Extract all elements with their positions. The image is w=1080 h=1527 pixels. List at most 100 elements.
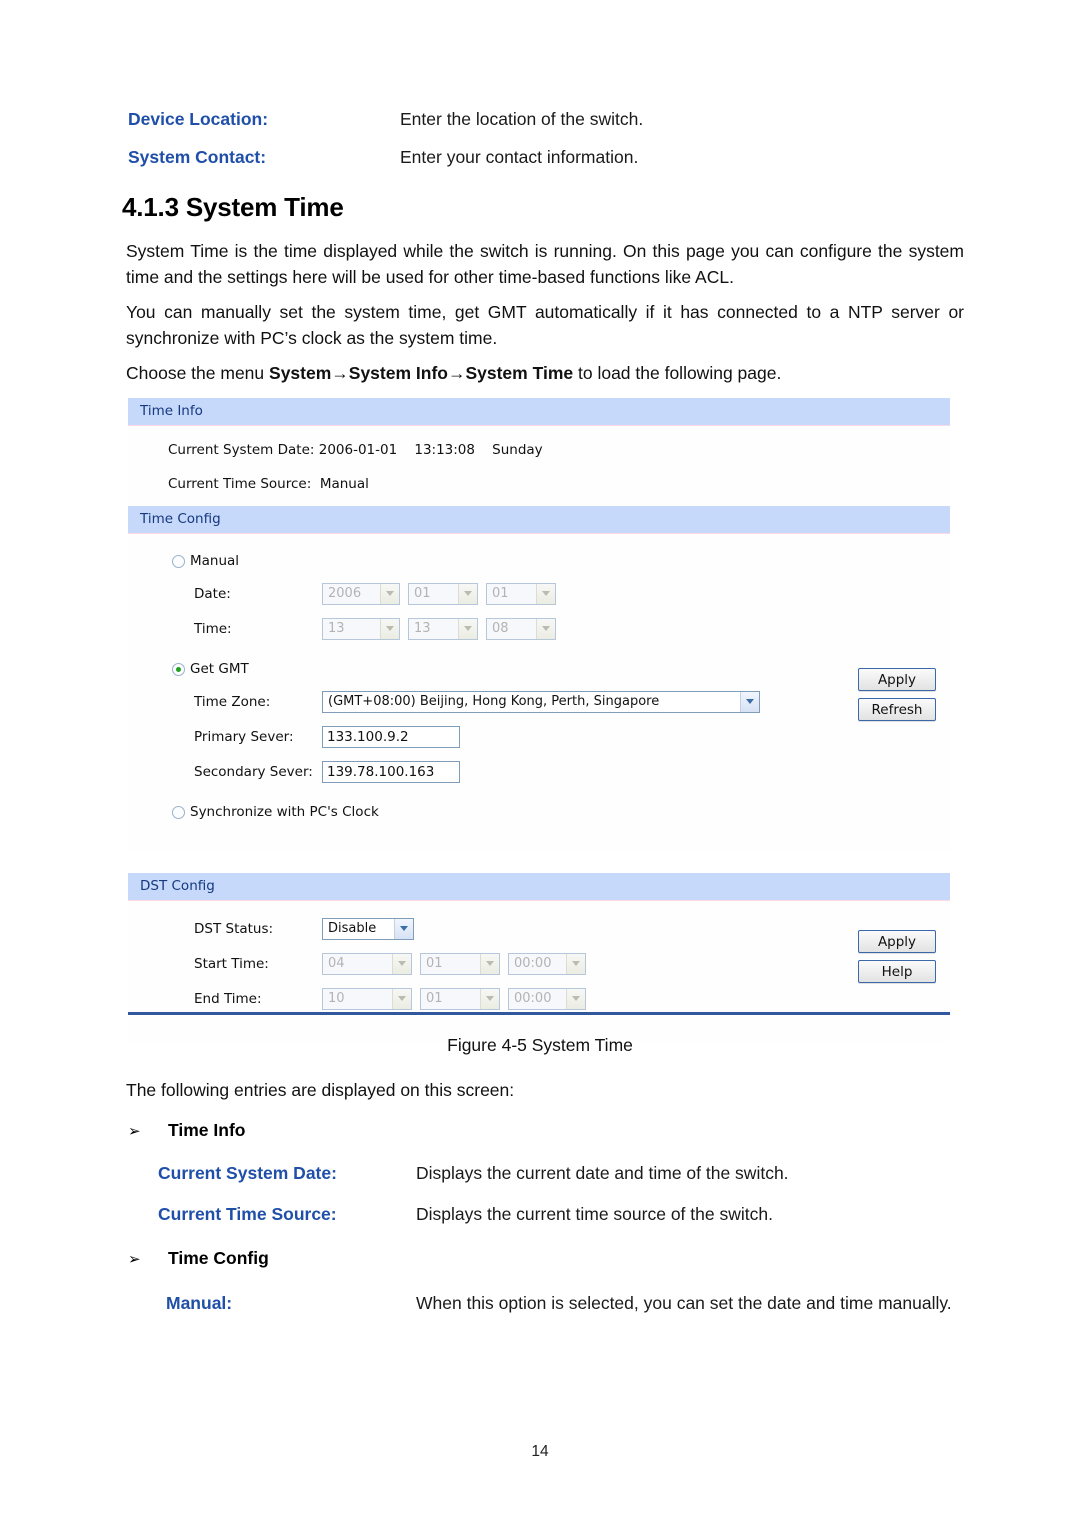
dst-status-select[interactable]: Disable — [322, 917, 414, 940]
time-hour-value: 13 — [328, 621, 345, 636]
chevron-down-icon — [480, 988, 499, 1009]
definition-description: When this option is selected, you can se… — [416, 1293, 952, 1313]
date-day-select[interactable]: 01 — [486, 582, 556, 605]
time-minute-select[interactable]: 13 — [408, 617, 478, 640]
panel-gap — [128, 851, 950, 873]
bottom-definition-list: Current System Date: Displays the curren… — [158, 1162, 968, 1240]
dst-start-time-label: Start Time: — [194, 955, 269, 972]
paragraph-entries-intro: The following entries are displayed on t… — [126, 1080, 515, 1100]
figure-divider — [128, 1012, 950, 1015]
radio-row-get-gmt[interactable]: Get GMT — [128, 654, 950, 684]
row-dst-start-time: Start Time: 04 01 00:00 — [128, 946, 950, 981]
definition-row: Manual: When this option is selected, yo… — [166, 1292, 966, 1316]
time-hour-select[interactable]: 13 — [322, 617, 400, 640]
time-zone-value: (GMT+08:00) Beijing, Hong Kong, Perth, S… — [328, 694, 660, 709]
arrow-bullet-icon: ➢ — [128, 1123, 141, 1140]
row-primary-server: Primary Sever: 133.100.9.2 — [128, 719, 950, 754]
chevron-down-icon — [394, 918, 413, 939]
bullet-time-info-label: Time Info — [168, 1120, 246, 1140]
chevron-down-icon — [458, 618, 477, 639]
definition-term: Current System Date: — [158, 1163, 337, 1183]
time-minute-value: 13 — [414, 621, 431, 636]
chevron-down-icon — [566, 988, 585, 1009]
radio-row-sync-pc-clock[interactable]: Synchronize with PC's Clock — [128, 797, 950, 827]
radio-get-gmt-icon[interactable] — [172, 662, 185, 676]
panel-body-dst-config: DST Status: Disable Start Time: 04 01 00… — [128, 901, 950, 1042]
row-time: Time: 13 13 08 — [128, 611, 950, 646]
figure-caption: Figure 4-5 System Time — [447, 1035, 633, 1055]
radio-sync-pc-clock-icon[interactable] — [172, 805, 185, 819]
dst-config-apply-button[interactable]: Apply — [858, 930, 936, 953]
chevron-down-icon — [480, 953, 499, 974]
row-time-zone: Time Zone: (GMT+08:00) Beijing, Hong Kon… — [128, 684, 950, 719]
paragraph-methods: You can manually set the system time, ge… — [126, 302, 964, 348]
date-day-value: 01 — [492, 586, 509, 601]
section-heading: 4.1.3 System Time — [122, 192, 344, 222]
date-year-select[interactable]: 2006 — [322, 582, 400, 605]
dst-start-month-select[interactable]: 04 — [322, 952, 412, 975]
dst-end-month-select[interactable]: 10 — [322, 987, 412, 1010]
definition-description: Enter the location of the switch. — [400, 109, 644, 129]
radio-get-gmt-label: Get GMT — [190, 661, 249, 677]
dst-end-day-select[interactable]: 01 — [420, 987, 500, 1010]
paragraph-menu-path: Choose the menu System→System Info→Syste… — [126, 360, 964, 386]
primary-server-input[interactable]: 133.100.9.2 — [322, 725, 460, 748]
chevron-down-icon — [392, 988, 411, 1009]
definition-term: Manual: — [166, 1293, 233, 1313]
document-page: Device Location: Enter the location of t… — [0, 0, 1080, 1527]
definition-description: Displays the current time source of the … — [416, 1203, 773, 1224]
panel-header-dst-config: DST Config — [128, 873, 950, 901]
secondary-server-input[interactable]: 139.78.100.163 — [322, 760, 460, 783]
panel-body-time-info: Current System Date: 2006-01-01 13:13:08… — [128, 426, 950, 506]
time-second-select[interactable]: 08 — [486, 617, 556, 640]
radio-row-manual[interactable]: Manual — [128, 546, 950, 576]
bullet-time-config: ➢ Time Config — [128, 1248, 968, 1269]
row-dst-end-time: End Time: 10 01 00:00 — [128, 981, 950, 1016]
row-date: Date: 2006 01 01 — [128, 576, 950, 611]
manual-definition-list: Manual: When this option is selected, yo… — [166, 1292, 966, 1330]
system-time-screenshot: Time Info Current System Date: 2006-01-0… — [128, 398, 950, 1042]
chevron-down-icon — [740, 691, 759, 712]
date-year-value: 2006 — [328, 586, 362, 601]
dst-end-time-label: End Time: — [194, 990, 262, 1007]
radio-manual-label: Manual — [190, 553, 240, 569]
definition-row: Current Time Source: Displays the curren… — [158, 1203, 968, 1227]
panel-header-time-config: Time Config — [128, 506, 950, 534]
time-config-refresh-button[interactable]: Refresh — [858, 698, 936, 721]
paragraph-intro: System Time is the time displayed while … — [126, 241, 964, 287]
dst-status-value: Disable — [328, 921, 377, 936]
chevron-down-icon — [380, 583, 399, 604]
date-label: Date: — [194, 585, 231, 602]
chevron-down-icon — [392, 953, 411, 974]
radio-manual-icon[interactable] — [172, 554, 185, 568]
bullet-time-config-label: Time Config — [168, 1248, 269, 1268]
radio-sync-pc-clock-label: Synchronize with PC's Clock — [190, 804, 379, 820]
chevron-down-icon — [566, 953, 585, 974]
definition-row: Current System Date: Displays the curren… — [158, 1162, 968, 1186]
definition-row: System Contact: Enter your contact infor… — [128, 146, 968, 170]
menu-path-suffix: to load the following page. — [573, 363, 782, 383]
arrow-bullet-icon: ➢ — [128, 1251, 141, 1268]
time-config-apply-button[interactable]: Apply — [858, 668, 936, 691]
chevron-down-icon — [380, 618, 399, 639]
time-zone-select[interactable]: (GMT+08:00) Beijing, Hong Kong, Perth, S… — [322, 690, 760, 713]
dst-start-clock-select[interactable]: 00:00 — [508, 952, 586, 975]
chevron-down-icon — [536, 583, 555, 604]
definition-description: Displays the current date and time of th… — [416, 1163, 789, 1183]
page-number: 14 — [531, 1443, 549, 1460]
time-config-button-stack: Apply Refresh — [858, 668, 936, 721]
dst-end-month-value: 10 — [328, 991, 345, 1006]
dst-end-clock-value: 00:00 — [514, 991, 552, 1006]
dst-config-help-button[interactable]: Help — [858, 960, 936, 983]
secondary-server-label: Secondary Sever: — [194, 763, 313, 780]
time-zone-label: Time Zone: — [194, 693, 271, 710]
dst-start-day-select[interactable]: 01 — [420, 952, 500, 975]
primary-server-label: Primary Sever: — [194, 728, 294, 745]
dst-end-clock-select[interactable]: 00:00 — [508, 987, 586, 1010]
dst-start-month-value: 04 — [328, 956, 345, 971]
menu-path-prefix: Choose the menu — [126, 363, 270, 383]
definition-term: System Contact: — [128, 146, 267, 167]
chevron-down-icon — [536, 618, 555, 639]
date-month-select[interactable]: 01 — [408, 582, 478, 605]
menu-path-bold: System→System Info→System Time — [269, 363, 574, 383]
